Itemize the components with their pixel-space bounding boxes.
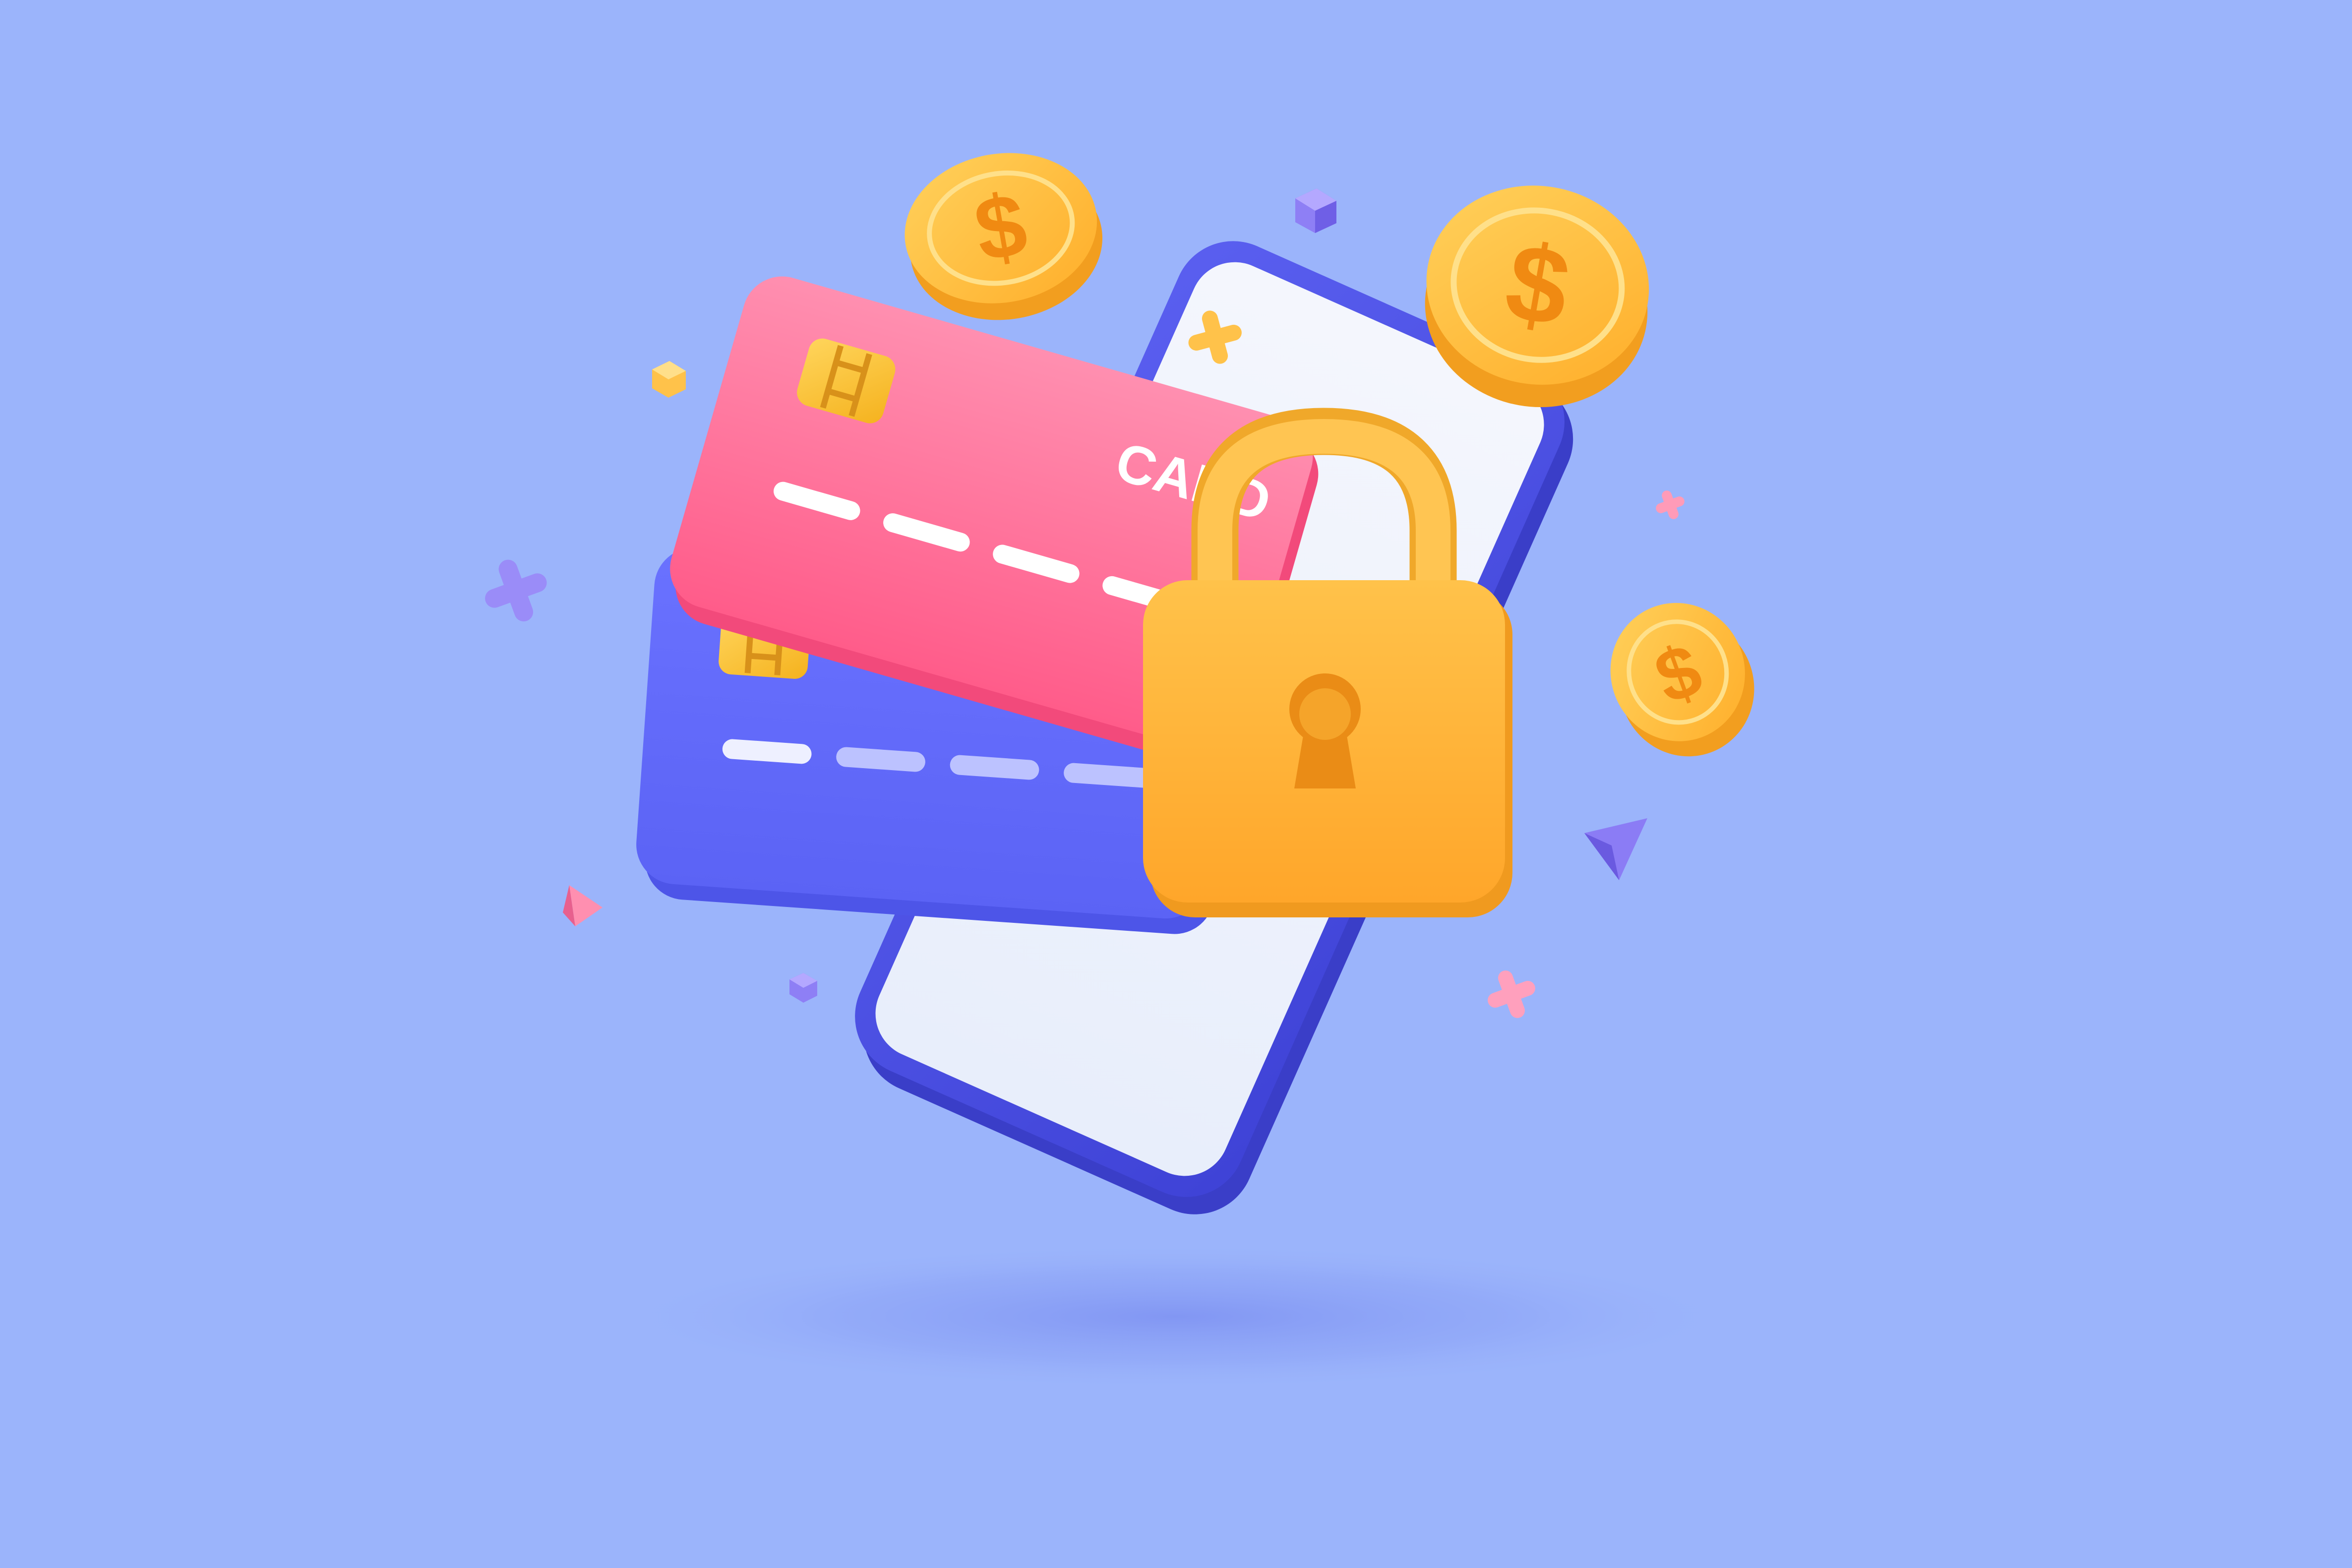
illustration-canvas: CARD $ $ $ (485, 153, 1754, 1391)
plus-sparkle-violet (485, 559, 547, 622)
cube-violet (1295, 188, 1336, 233)
coin-right: $ (1610, 603, 1754, 757)
security-payment-illustration: CARD $ $ $ (0, 0, 2352, 1568)
plus-sparkle-pink-small (1656, 490, 1685, 519)
pyramid-pink (563, 885, 603, 926)
cube-gold-small (652, 361, 686, 398)
pyramid-violet (1584, 818, 1647, 880)
coin-top-left: $ (905, 153, 1103, 320)
plus-sparkle-pink (1488, 970, 1535, 1018)
cube-violet-small (789, 973, 817, 1003)
keyhole-icon (1289, 673, 1361, 788)
floor-shadow (605, 1242, 1746, 1391)
